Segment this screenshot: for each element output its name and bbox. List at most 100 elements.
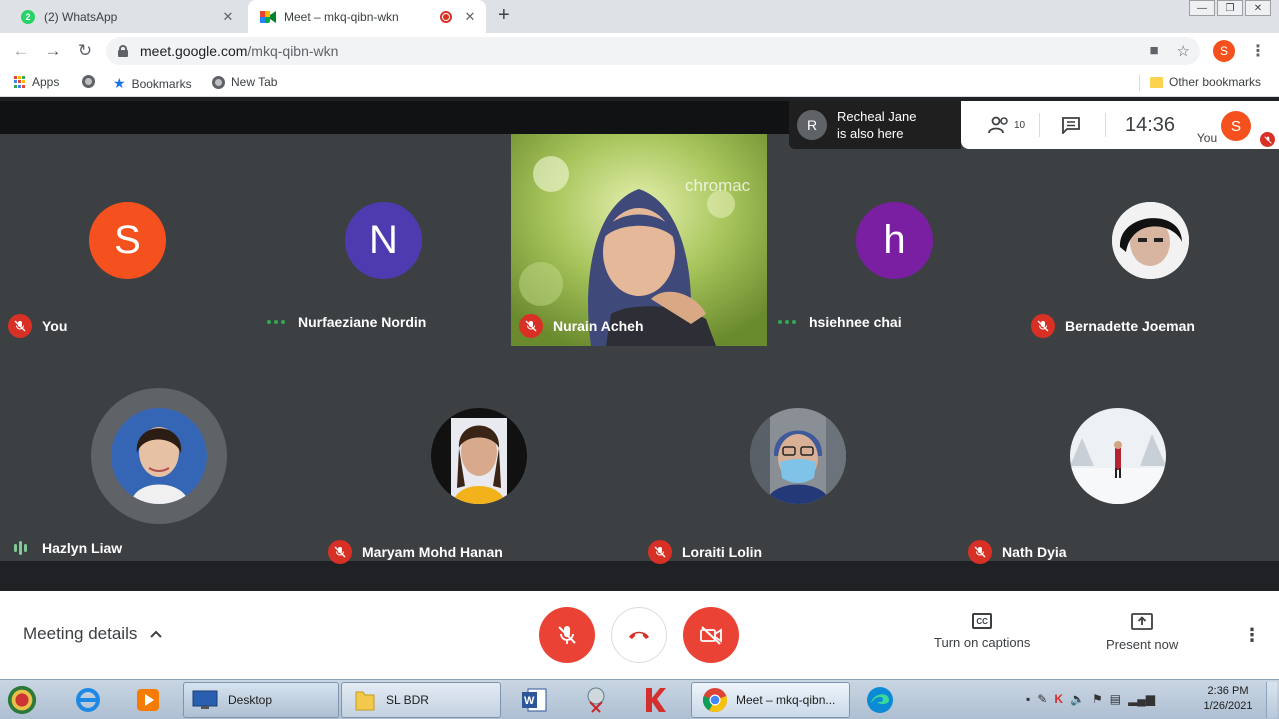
participant-tile-nath[interactable]: Nath Dyia — [960, 346, 1279, 564]
camera-toggle-button[interactable] — [683, 607, 739, 663]
participant-name: Hazlyn Liaw — [42, 540, 123, 556]
speaking-indicator-icon — [8, 541, 32, 555]
word-icon[interactable]: W — [518, 684, 550, 716]
reload-icon[interactable]: ↻ — [73, 39, 97, 63]
mic-off-icon — [558, 626, 576, 644]
snipping-tool-icon[interactable] — [580, 684, 612, 716]
mic-off-icon — [1031, 314, 1055, 338]
participant-name: Nurfaeziane Nordin — [298, 314, 427, 330]
participant-name: Nath Dyia — [1002, 544, 1067, 560]
video-watermark: chromac — [685, 176, 751, 195]
globe-icon — [82, 75, 95, 88]
participant-tile-maryam[interactable]: Maryam Mohd Hanan — [320, 346, 640, 564]
mic-off-icon — [648, 540, 672, 564]
avatar — [1070, 408, 1166, 504]
kaspersky-icon[interactable] — [640, 684, 672, 716]
whatsapp-icon: 2 — [20, 9, 36, 25]
bookmark-bookmarks[interactable]: ★ Bookmarks — [113, 75, 192, 92]
tab-whatsapp[interactable]: 2 (2) WhatsApp ✕ — [8, 0, 244, 33]
hang-up-icon — [629, 631, 649, 639]
join-notification[interactable]: R Recheal Jane is also here — [789, 101, 961, 149]
mic-off-icon — [8, 314, 32, 338]
show-desktop-button[interactable] — [1266, 682, 1277, 718]
globe-icon — [212, 75, 225, 89]
mic-off-icon — [519, 314, 543, 338]
tray-device-icon[interactable]: ▤ — [1110, 692, 1121, 706]
present-screen-icon — [1131, 613, 1154, 630]
tray-tool-icon[interactable]: ✎ — [1037, 692, 1047, 706]
camera-indicator-icon[interactable]: ■ — [1149, 42, 1158, 60]
participant-tile-hazlyn[interactable]: Hazlyn Liaw — [0, 346, 320, 561]
chat-icon — [1062, 117, 1080, 134]
system-clock[interactable]: 2:36 PM 1/26/2021 — [1198, 684, 1258, 714]
participants-count: 10 — [1013, 119, 1026, 131]
tray-app-icon[interactable]: ▪ — [1026, 692, 1030, 706]
meet-stage: S You N Nurfaeziane Nordin chromac Nurai… — [0, 101, 1279, 591]
edge-icon[interactable] — [864, 684, 896, 716]
participant-name: Maryam Mohd Hanan — [362, 544, 503, 560]
microphone-toggle-button[interactable] — [539, 607, 595, 663]
close-tab-icon[interactable]: ✕ — [220, 9, 236, 25]
tray-kaspersky-icon[interactable]: K — [1054, 692, 1063, 706]
media-player-icon[interactable] — [132, 684, 164, 716]
captions-icon: CC — [972, 613, 993, 629]
close-tab-icon[interactable]: ✕ — [462, 9, 478, 25]
self-avatar[interactable]: S — [1221, 111, 1251, 141]
volume-icon[interactable]: 🔈 — [1070, 692, 1085, 706]
address-bar[interactable]: meet.google.com/mkq-qibn-wkn ■ ☆ — [106, 37, 1200, 65]
participant-name: hsiehnee chai — [809, 314, 902, 330]
browser-toolbar: ← → ↻ meet.google.com/mkq-qibn-wkn ■ ☆ S… — [0, 33, 1279, 69]
participant-tile-hsiehnee[interactable]: h hsiehnee chai — [767, 134, 1023, 346]
close-window-icon[interactable]: ✕ — [1245, 0, 1271, 16]
participant-tile-loraiti[interactable]: Loraiti Lolin — [640, 346, 960, 564]
bookmark-new-tab[interactable]: New Tab — [212, 75, 277, 89]
more-options-icon[interactable]: ⋮ — [1243, 625, 1261, 646]
connecting-dots-icon — [775, 320, 799, 324]
avatar: h — [856, 202, 933, 279]
leave-call-button[interactable] — [611, 607, 667, 663]
participant-tile-you[interactable]: S You — [0, 134, 256, 346]
bookmark-star-icon[interactable]: ☆ — [1177, 42, 1190, 60]
new-tab-button[interactable]: + — [498, 4, 510, 27]
restore-icon[interactable]: ❐ — [1217, 0, 1243, 16]
network-signal-icon[interactable]: ▂▄▆ — [1128, 692, 1155, 706]
tab-meet[interactable]: Meet – mkq-qibn-wkn ✕ — [248, 0, 486, 33]
meeting-details-button[interactable]: Meeting details — [23, 624, 163, 644]
notification-avatar: R — [797, 110, 827, 140]
windows-taskbar: Desktop SL BDR W Meet – mkq-qibn... ▪ ✎ … — [0, 679, 1279, 719]
camera-off-icon — [700, 626, 722, 645]
participant-tile-bernadette[interactable]: Bernadette Joeman — [1023, 134, 1279, 346]
bookmark-other[interactable]: Other bookmarks — [1150, 75, 1261, 89]
browser-menu-icon[interactable]: ⋮ — [1250, 41, 1266, 61]
lock-icon[interactable] — [118, 45, 128, 57]
bookmarks-bar: Apps ★ Bookmarks New Tab Other bookmarks — [0, 69, 1279, 97]
chrome-icon — [702, 688, 728, 713]
url-text: meet.google.com/mkq-qibn-wkn — [140, 43, 339, 59]
participant-video-nurain[interactable]: chromac Nurain Acheh — [511, 134, 767, 346]
participant-tile-nurfaeziane[interactable]: N Nurfaeziane Nordin — [256, 134, 511, 346]
bookmark-globe[interactable] — [82, 75, 95, 88]
action-center-flag-icon[interactable]: ⚑ — [1092, 692, 1103, 706]
profile-avatar[interactable]: S — [1213, 40, 1235, 62]
back-icon[interactable]: ← — [9, 39, 33, 63]
meeting-info-bar: 10 14:36 You S — [961, 101, 1279, 149]
desktop-icon — [192, 690, 218, 709]
forward-icon[interactable]: → — [41, 39, 65, 63]
avatar: S — [89, 202, 166, 279]
minimize-icon[interactable]: — — [1189, 0, 1215, 16]
chat-button[interactable] — [1051, 101, 1091, 149]
avatar — [1112, 202, 1189, 279]
system-tray: ▪ ✎ K 🔈 ⚑ ▤ ▂▄▆ — [1026, 692, 1155, 706]
internet-explorer-icon[interactable] — [72, 684, 104, 716]
present-now-button[interactable]: Present now — [1106, 613, 1178, 652]
taskbar-sl-bdr[interactable]: SL BDR — [341, 682, 501, 718]
self-label: You — [1196, 131, 1218, 145]
taskbar-chrome-meet[interactable]: Meet – mkq-qibn... — [691, 682, 850, 718]
bookmark-apps[interactable]: Apps — [14, 75, 59, 89]
captions-button[interactable]: CC Turn on captions — [934, 613, 1030, 650]
taskbar-desktop[interactable]: Desktop — [183, 682, 339, 718]
mic-off-icon — [328, 540, 352, 564]
start-button[interactable] — [6, 684, 38, 716]
participants-button[interactable]: 10 — [979, 101, 1033, 149]
participant-name: Nurain Acheh — [553, 318, 644, 334]
